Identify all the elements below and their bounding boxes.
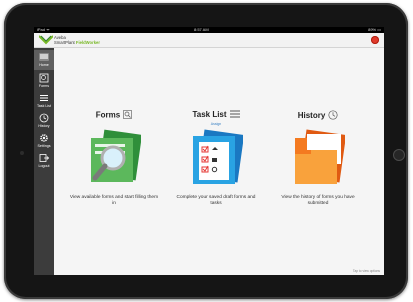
footer-note: Tap to view options: [352, 269, 380, 273]
history-tile-illustration: [295, 129, 345, 184]
brand-line-2: SmartPlant FieldWorker: [54, 40, 100, 45]
sidebar-item-forms[interactable]: Forms: [34, 71, 54, 91]
home-icon: [39, 53, 49, 61]
app-header: Aveba SmartPlant FieldWorker: [34, 33, 384, 48]
forms-tile-label: Forms: [95, 110, 121, 120]
brand-logo-icon: [39, 35, 53, 45]
sidebar: Home Forms Task List History Settings Lo…: [34, 48, 54, 275]
task-list-tile-illustration: [193, 129, 243, 184]
sidebar-item-label: Logout: [38, 164, 50, 168]
clock-icon: [328, 110, 338, 122]
sidebar-item-label: Settings: [37, 144, 51, 148]
sidebar-item-home[interactable]: Home: [34, 50, 54, 70]
list-icon: [229, 110, 240, 120]
logout-icon: [39, 154, 49, 162]
history-tile-title: History: [268, 110, 368, 122]
task-list-tile-title: Task List: [166, 110, 266, 120]
forms-tile-illustration: [91, 129, 141, 182]
brand-line-2-prefix: SmartPlant: [54, 40, 76, 45]
app-screen: iPad ᯤ 8:57 AM 89% ▭ Aveba SmartPlant Fi…: [34, 27, 384, 275]
history-tile-description: View the history of forms you have submi…: [281, 195, 355, 206]
sidebar-item-label: Home: [39, 63, 49, 67]
sidebar-item-task-list[interactable]: Task List: [34, 91, 54, 111]
history-icon: [39, 113, 49, 123]
ipad-device-frame: iPad ᯤ 8:57 AM 89% ▭ Aveba SmartPlant Fi…: [4, 3, 408, 299]
sidebar-item-label: History: [38, 124, 50, 128]
task-list-tile-description: Complete your saved draft forms and task…: [176, 195, 256, 206]
home-button[interactable]: [393, 149, 405, 161]
sidebar-item-label: Forms: [38, 84, 50, 88]
sidebar-item-history[interactable]: History: [34, 111, 54, 131]
forms-tile-description: View available forms and start filling t…: [69, 195, 159, 206]
camera-lens: [20, 151, 24, 155]
magnifier-icon: [123, 110, 133, 121]
history-tile-label: History: [297, 111, 326, 121]
forms-icon: [39, 73, 49, 83]
task-list-link[interactable]: Assign: [166, 122, 266, 126]
sidebar-item-label: Task List: [37, 104, 51, 108]
task-list-tile-label: Task List: [192, 110, 227, 120]
sidebar-item-logout[interactable]: Logout: [34, 151, 54, 171]
power-icon[interactable]: [371, 36, 379, 44]
brand-line-2-suffix: FieldWorker: [75, 40, 101, 45]
gear-icon: [40, 134, 48, 142]
brand-name: Aveba SmartPlant FieldWorker: [54, 35, 100, 45]
forms-tile-title: Forms: [64, 110, 164, 121]
sidebar-item-settings[interactable]: Settings: [34, 131, 54, 151]
home-dashboard: Forms View available forms and start fil…: [54, 48, 384, 275]
task-list-icon: [40, 95, 48, 101]
